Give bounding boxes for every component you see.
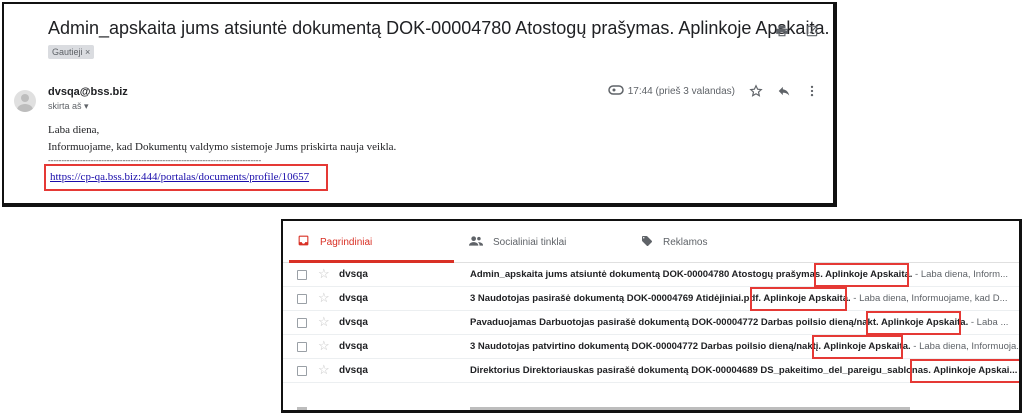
star-icon[interactable]: ☆ <box>318 363 330 377</box>
row-snippet: - Laba diena, Inform... <box>912 269 1009 280</box>
email-body: Laba diena, Informuojame, kad Dokumentų … <box>48 122 396 156</box>
tab-social-label: Socialiniai tinklai <box>493 236 567 248</box>
row-subject-text: 3 Naudotojas patvirtino dokumentą DOK-00… <box>470 341 822 352</box>
row-snippet: - Laba diena, Informuojame, kad D... <box>850 293 1008 304</box>
email-row[interactable]: ☆ dvsqa Pavaduojamas Darbuotojas pasiraš… <box>283 311 1019 335</box>
label-chip-inbox[interactable]: Gautieji × <box>48 45 95 59</box>
tab-social[interactable]: Socialiniai tinklai <box>469 221 566 263</box>
more-options-icon[interactable] <box>805 84 819 98</box>
row-snippet: - Laba diena, Informuoja... <box>910 341 1022 352</box>
open-in-new-window-icon[interactable] <box>805 24 819 38</box>
people-icon <box>469 235 483 250</box>
row-subject: Admin_apskaita jums atsiuntė dokumentą D… <box>470 269 1008 280</box>
inbox-icon <box>297 234 310 250</box>
row-subject: 3 Naudotojas patvirtino dokumentą DOK-00… <box>470 341 1022 352</box>
email-timestamp: 17:44 (prieš 3 valandas) <box>627 85 735 97</box>
row-checkbox[interactable] <box>297 318 307 328</box>
row-checkbox[interactable] <box>297 294 307 304</box>
email-row[interactable]: ☆ dvsqa 3 Naudotojas pasirašė dokumentą … <box>283 287 1019 311</box>
partial-row-fragment <box>470 407 910 410</box>
star-icon[interactable]: ☆ <box>318 267 330 281</box>
row-subject-text: Direktorius Direktoriauskas pasirašė dok… <box>470 365 931 376</box>
inbox-list: Pagrindiniai Socialiniai tinklai Reklamo… <box>281 219 1022 413</box>
environment-highlight-box <box>866 311 961 335</box>
document-profile-link[interactable]: https://cp-qa.bss.biz:444/portalas/docum… <box>50 171 309 183</box>
email-top-actions <box>775 24 819 38</box>
star-icon[interactable]: ☆ <box>318 291 330 305</box>
environment-highlight-box <box>910 359 1019 383</box>
row-snippet: - Laba ... <box>968 317 1009 328</box>
environment-highlight-box <box>750 287 847 311</box>
partially-visible-row <box>283 407 1019 410</box>
reply-icon[interactable] <box>777 84 791 98</box>
sender-address[interactable]: dvsqa@bss.biz <box>48 86 128 98</box>
partial-row-fragment <box>297 407 307 410</box>
row-sender: dvsqa <box>339 341 368 352</box>
row-subject-text: 3 Naudotojas pasirašė dokumentą DOK-0000… <box>470 293 762 304</box>
row-checkbox[interactable] <box>297 270 307 280</box>
email-time: 17:44 (prieš 3 valandas) <box>607 84 735 98</box>
email-row[interactable]: ☆ dvsqa 3 Naudotojas patvirtino dokument… <box>283 335 1019 359</box>
row-checkbox[interactable] <box>297 366 307 376</box>
row-sender: dvsqa <box>339 269 368 280</box>
row-checkbox[interactable] <box>297 342 307 352</box>
tag-icon <box>641 235 653 250</box>
row-sender: dvsqa <box>339 365 368 376</box>
environment-highlight-box <box>812 335 903 359</box>
star-icon[interactable]: ☆ <box>318 339 330 353</box>
tab-primary-label: Pagrindiniai <box>320 236 373 248</box>
tab-promotions-label: Reklamos <box>663 236 708 248</box>
print-icon[interactable] <box>775 24 789 38</box>
recipient-details-toggle[interactable]: skirta aš ▾ <box>48 101 89 112</box>
star-icon[interactable] <box>749 84 763 98</box>
email-meta-actions: 17:44 (prieš 3 valandas) <box>607 84 819 98</box>
row-subject-text: Pavaduojamas Darbuotojas pasirašė dokume… <box>470 317 879 328</box>
sender-avatar[interactable] <box>14 90 36 112</box>
row-subject-text: Admin_apskaita jums atsiuntė dokumentą D… <box>470 269 823 280</box>
email-subject: Admin_apskaita jums atsiuntė dokumentą D… <box>48 18 830 38</box>
tab-promotions[interactable]: Reklamos <box>641 221 707 263</box>
inbox-tabs: Pagrindiniai Socialiniai tinklai Reklamo… <box>283 221 1019 263</box>
tab-primary[interactable]: Pagrindiniai <box>297 221 372 263</box>
email-greeting: Laba diena, <box>48 124 100 136</box>
email-row[interactable]: ☆ dvsqa Admin_apskaita jums atsiuntė dok… <box>283 263 1019 287</box>
attachment-label-icon <box>607 84 624 98</box>
row-subject: 3 Naudotojas pasirašė dokumentą DOK-0000… <box>470 293 1008 304</box>
email-row[interactable]: ☆ dvsqa Direktorius Direktoriauskas pasi… <box>283 359 1019 383</box>
email-body-text: Informuojame, kad Dokumentų valdymo sist… <box>48 141 397 153</box>
row-sender: dvsqa <box>339 317 368 328</box>
email-view: Admin_apskaita jums atsiuntė dokumentą D… <box>2 2 837 207</box>
row-sender: dvsqa <box>339 293 368 304</box>
environment-highlight-box <box>814 263 909 287</box>
star-icon[interactable]: ☆ <box>318 315 330 329</box>
